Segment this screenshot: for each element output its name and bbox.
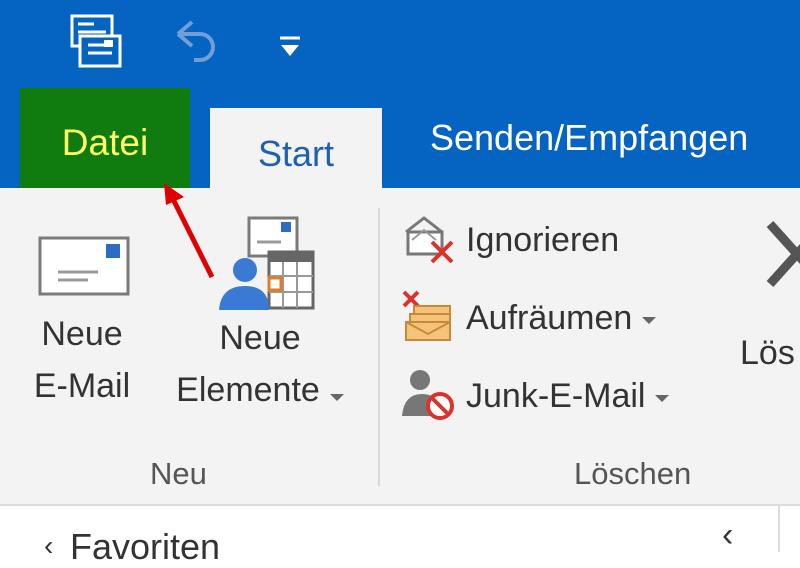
new-items-label-1: Neue	[219, 319, 301, 357]
ignore-button[interactable]: Ignorieren	[400, 210, 619, 270]
ribbon-tab-row: Datei Start Senden/Empfangen	[0, 88, 800, 200]
new-email-icon	[32, 222, 132, 307]
tab-home[interactable]: Start	[210, 108, 382, 200]
chevron-down-icon[interactable]	[642, 316, 657, 324]
chevron-down-icon[interactable]	[329, 394, 344, 401]
minimize-pane-icon[interactable]: ‹	[722, 516, 733, 555]
chevron-down-icon[interactable]	[655, 394, 670, 402]
group-label-delete: Löschen	[574, 456, 692, 491]
cleanup-label: Aufräumen	[466, 298, 633, 337]
tab-home-label: Start	[257, 133, 335, 174]
tab-send-receive-label: Senden/Empfangen	[430, 117, 749, 158]
navigation-pane-header: ‹ Favoriten ‹	[0, 504, 800, 567]
group-label-new: Neu	[150, 456, 207, 491]
cleanup-button[interactable]: Aufräumen	[400, 288, 657, 349]
tab-send-receive[interactable]: Senden/Empfangen	[430, 88, 800, 188]
delete-icon	[764, 218, 800, 313]
favorites-label[interactable]: Favoriten	[70, 526, 220, 568]
new-email-button[interactable]: Neue E-Mail	[18, 222, 146, 413]
junk-icon	[400, 366, 456, 427]
new-items-label-2: Elemente	[176, 363, 344, 417]
undo-icon[interactable]	[168, 16, 220, 66]
send-receive-icon[interactable]	[66, 12, 124, 70]
new-email-label-1: Neue	[41, 315, 123, 353]
group-separator	[378, 208, 380, 486]
title-bar	[0, 0, 800, 88]
new-email-label-2: E-Mail	[33, 367, 131, 405]
delete-button[interactable]: Lös	[740, 212, 800, 392]
annotation-arrow	[164, 183, 215, 279]
delete-label: Lös	[740, 334, 795, 372]
cleanup-icon	[400, 288, 456, 349]
ignore-icon	[400, 212, 456, 269]
customize-quick-access-icon[interactable]	[278, 32, 302, 62]
collapse-favorites-icon[interactable]: ‹	[44, 530, 53, 562]
tab-file-label: Datei	[61, 122, 149, 163]
junk-label: Junk-E-Mail	[466, 376, 646, 415]
ignore-label: Ignorieren	[466, 220, 620, 259]
pane-divider	[778, 506, 780, 552]
new-items-label-text: Elemente	[176, 371, 320, 409]
junk-email-button[interactable]: Junk-E-Mail	[400, 366, 670, 427]
